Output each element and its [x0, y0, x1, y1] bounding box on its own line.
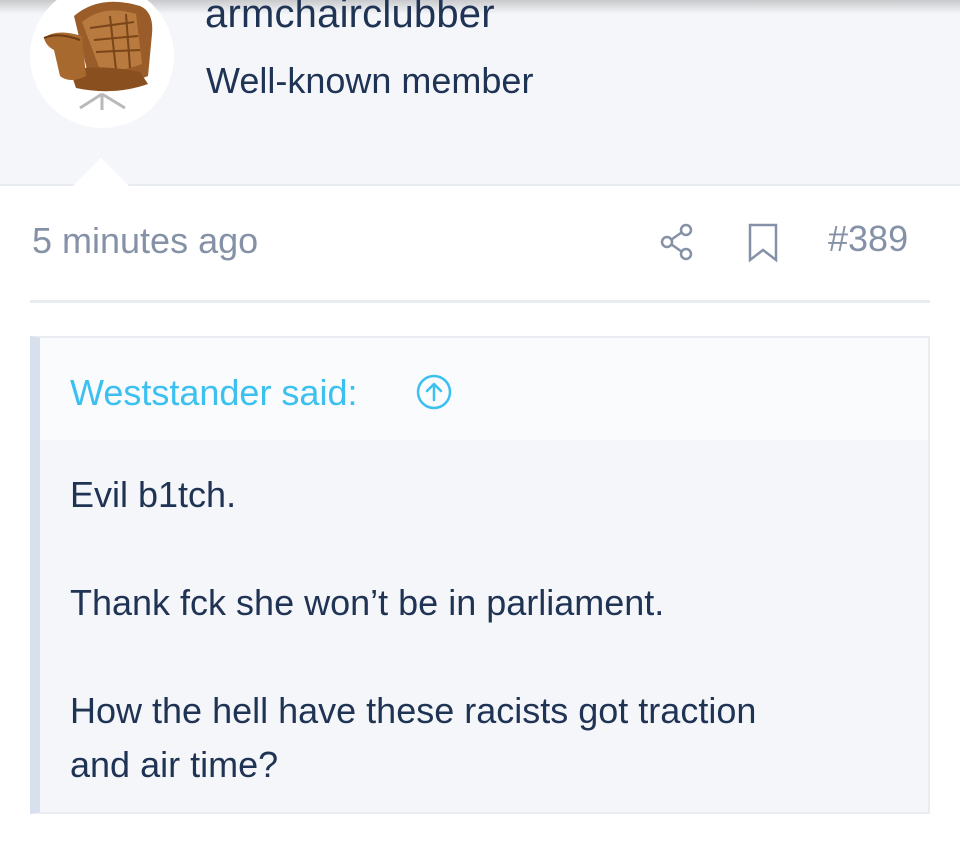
user-header: armchairclubber Well-known member: [0, 0, 960, 186]
armchair-avatar-icon: [43, 1, 153, 110]
divider: [30, 300, 930, 303]
avatar[interactable]: [30, 0, 174, 128]
post-number[interactable]: #389: [828, 218, 908, 260]
quote-author[interactable]: Weststander said:: [70, 372, 357, 414]
share-icon[interactable]: [659, 222, 695, 267]
user-title: Well-known member: [206, 60, 534, 101]
arrow-up-circle-icon[interactable]: [415, 373, 453, 416]
post-date[interactable]: 5 minutes ago: [32, 220, 258, 262]
username[interactable]: armchairclubber: [205, 0, 495, 37]
quote-text-line: and air time?: [70, 744, 279, 785]
quote-text-line: Thank fck she won’t be in parliament.: [70, 582, 665, 623]
bookmark-icon[interactable]: [746, 222, 780, 269]
header-pointer: [72, 158, 130, 187]
quote-header: Weststander said:: [40, 338, 928, 440]
quote-block: Weststander said: Evil b1tch. Thank fck …: [30, 336, 930, 814]
quote-text-line: Evil b1tch.: [70, 474, 237, 515]
quote-text-line: How the hell have these racists got trac…: [70, 690, 757, 731]
